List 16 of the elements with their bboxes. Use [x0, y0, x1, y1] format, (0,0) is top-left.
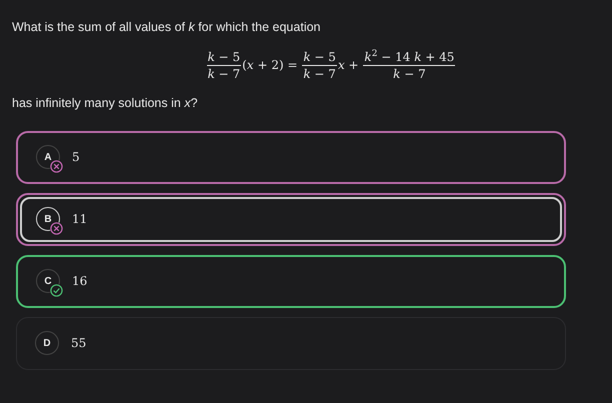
equation-text: x +	[338, 57, 360, 74]
answer-option[interactable]: B 11	[16, 192, 566, 246]
option-text: 5	[72, 149, 80, 166]
answer-option[interactable]: D 55	[16, 316, 566, 370]
option-letter: D	[35, 331, 59, 355]
equation-text: (x + 2) =	[242, 57, 299, 74]
answer-option[interactable]: A 5	[16, 130, 566, 184]
fraction: k − 5 k − 7	[301, 48, 338, 82]
fraction: k − 5 k − 7	[206, 48, 242, 82]
fraction: k$^{2}$ − 14 k + 45 k − 7	[362, 48, 456, 82]
question-text: What is the sum of all values of k for which the equation	[12, 19, 322, 36]
answer-option[interactable]: C 16	[16, 254, 566, 308]
option-text: 11	[72, 211, 88, 228]
question-text: has infinitely many solutions in x?	[12, 94, 199, 112]
option-text: 55	[71, 335, 86, 352]
option-text: 16	[72, 273, 88, 290]
